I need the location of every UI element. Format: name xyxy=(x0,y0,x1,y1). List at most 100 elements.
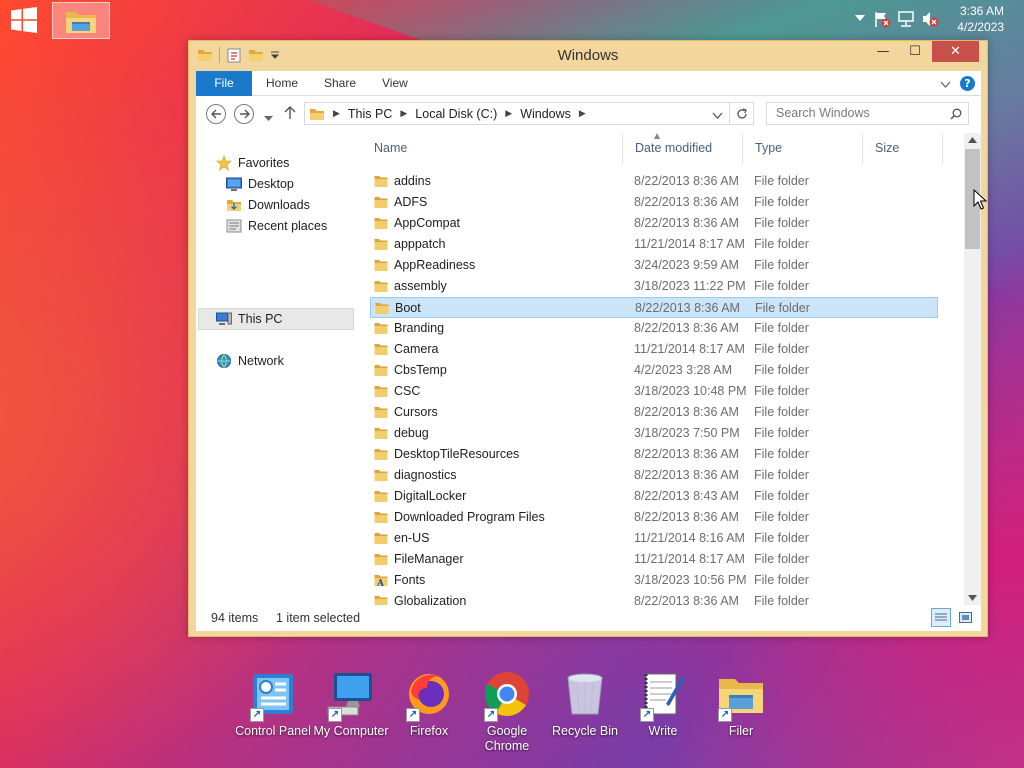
file-name: AppCompat xyxy=(394,216,461,230)
file-date-modified: 11/21/2014 8:16 AM xyxy=(634,531,745,545)
volume-tray[interactable] xyxy=(920,9,940,29)
tab-file[interactable]: File xyxy=(196,71,252,96)
back-button[interactable] xyxy=(206,104,226,124)
table-row[interactable]: DesktopTileResources 8/22/2013 8:36 AM Fil… xyxy=(370,444,938,465)
table-row[interactable]: CbsTemp 4/2/2023 3:28 AM File folder xyxy=(370,360,938,381)
table-row[interactable]: FileManager 11/21/2014 8:17 AM File folder xyxy=(370,549,938,570)
table-row[interactable]: Cursors 8/22/2013 8:36 AM File folder xyxy=(370,402,938,423)
desktop-icon-my-computer[interactable]: ↗ My Computer xyxy=(312,668,390,739)
breadcrumb-this-pc[interactable]: This PC xyxy=(348,107,392,121)
nav-desktop[interactable]: Desktop xyxy=(226,174,294,194)
file-date-modified: 11/21/2014 8:17 AM xyxy=(634,552,745,566)
breadcrumb-separator-icon[interactable]: ▶ xyxy=(400,108,407,119)
table-row[interactable]: AppReadiness 3/24/2023 9:59 AM File folder xyxy=(370,255,938,276)
up-button[interactable] xyxy=(284,106,296,123)
desktop-icon-filer[interactable]: ↗ Filer xyxy=(702,668,780,739)
column-divider[interactable] xyxy=(942,133,943,165)
file-type: File folder xyxy=(754,552,809,566)
file-date-modified: 4/2/2023 3:28 AM xyxy=(634,363,732,377)
column-divider[interactable] xyxy=(862,133,863,165)
table-row[interactable]: Globalization 8/22/2013 8:36 AM File folde… xyxy=(370,591,938,605)
arrow-up-icon xyxy=(284,106,296,119)
table-row[interactable]: assembly 3/18/2023 11:22 PM File folder xyxy=(370,276,938,297)
file-name: assembly xyxy=(394,279,447,293)
action-center-flag-icon xyxy=(875,12,891,28)
file-date-modified: 8/22/2013 8:36 AM xyxy=(634,321,739,335)
table-row[interactable]: DigitalLocker 8/22/2013 8:43 AM File folde… xyxy=(370,486,938,507)
nav-recent-places[interactable]: Recent places xyxy=(226,216,327,236)
address-bar[interactable]: ▶ This PC ▶ Local Disk (C:) ▶ Windows ▶ xyxy=(304,102,754,125)
table-row[interactable]: Branding 8/22/2013 8:36 AM File folder xyxy=(370,318,938,339)
taskbar: 3:36 AM 4/2/2023 xyxy=(0,0,1024,40)
taskbar-file-explorer[interactable] xyxy=(52,2,110,39)
tab-view[interactable]: View xyxy=(382,71,408,96)
file-name: Downloaded Program Files xyxy=(394,510,545,524)
table-row[interactable]: Camera 11/21/2014 8:17 AM File folder xyxy=(370,339,938,360)
column-header-name[interactable]: Name xyxy=(374,141,407,161)
column-header-type[interactable]: Type xyxy=(755,141,782,161)
recent-locations-button[interactable] xyxy=(264,111,273,125)
tray-overflow-button[interactable] xyxy=(850,9,870,29)
refresh-icon xyxy=(736,107,747,119)
breadcrumb-separator-icon[interactable]: ▶ xyxy=(333,108,340,119)
column-divider[interactable] xyxy=(742,133,743,165)
folder-icon xyxy=(374,175,388,191)
expand-ribbon-button[interactable] xyxy=(940,78,951,92)
desktop-icon-firefox[interactable]: ↗ Firefox xyxy=(390,668,468,739)
details-view-button[interactable] xyxy=(931,608,951,627)
maximize-button[interactable]: ☐ xyxy=(901,41,929,62)
table-row[interactable]: apppatch 11/21/2014 8:17 AM File folder xyxy=(370,234,938,255)
table-row[interactable]: addins 8/22/2013 8:36 AM File folder xyxy=(370,171,938,192)
folder-icon xyxy=(374,427,388,443)
chevron-down-icon xyxy=(940,81,951,88)
column-header-size[interactable]: Size xyxy=(875,141,899,161)
tab-home[interactable]: Home xyxy=(266,71,298,96)
recycle-bin-icon xyxy=(560,668,610,720)
nav-favorites[interactable]: Favorites xyxy=(216,153,289,173)
table-row[interactable]: CSC 3/18/2023 10:48 PM File folder xyxy=(370,381,938,402)
table-row[interactable]: A Fonts 3/18/2023 10:56 PM File folder xyxy=(370,570,938,591)
large-icons-view-button[interactable] xyxy=(955,608,975,627)
minimize-button[interactable]: — xyxy=(869,41,897,62)
file-name: AppReadiness xyxy=(394,258,476,272)
nav-this-pc[interactable]: This PC xyxy=(216,309,282,329)
scroll-up-icon[interactable] xyxy=(968,137,977,143)
clock[interactable]: 3:36 AM 4/2/2023 xyxy=(957,3,1004,35)
help-button[interactable]: ? xyxy=(960,76,975,91)
table-row[interactable]: en-US 11/21/2014 8:16 AM File folder xyxy=(370,528,938,549)
table-row[interactable]: debug 3/18/2023 7:50 PM File folder xyxy=(370,423,938,444)
table-row[interactable]: AppCompat 8/22/2013 8:36 AM File folder xyxy=(370,213,938,234)
nav-downloads[interactable]: Downloads xyxy=(226,195,310,215)
address-history-button[interactable] xyxy=(712,109,723,123)
start-button[interactable] xyxy=(6,4,42,36)
breadcrumb-windows[interactable]: Windows xyxy=(520,107,571,121)
network-tray[interactable] xyxy=(896,9,916,29)
nav-network[interactable]: Network xyxy=(216,351,284,371)
folder-icon xyxy=(374,406,388,422)
desktop-icon-label: Google Chrome xyxy=(484,724,530,753)
refresh-button[interactable] xyxy=(729,103,753,124)
scroll-down-icon[interactable] xyxy=(968,595,977,601)
folder-icon xyxy=(374,343,388,359)
column-header-date-modified[interactable]: Date modified xyxy=(635,141,712,161)
title-bar[interactable]: Windows — ☐ ✕ xyxy=(189,41,987,71)
breadcrumb-separator-icon[interactable]: ▶ xyxy=(579,108,586,119)
tab-share[interactable]: Share xyxy=(324,71,356,96)
breadcrumb-separator-icon[interactable]: ▶ xyxy=(505,108,512,119)
table-row[interactable]: diagnostics 8/22/2013 8:36 AM File folder xyxy=(370,465,938,486)
svg-text:A: A xyxy=(376,579,385,587)
desktop-icon-control-panel[interactable]: ↗ Control Panel xyxy=(234,668,312,739)
desktop-icon-write[interactable]: ↗ Write xyxy=(624,668,702,739)
search-box[interactable]: Search Windows xyxy=(766,102,969,125)
table-row[interactable]: Downloaded Program Files 8/22/2013 8:36 A… xyxy=(370,507,938,528)
action-center-tray[interactable] xyxy=(872,9,892,29)
desktop-icon-recycle-bin[interactable]: Recycle Bin xyxy=(546,668,624,739)
close-button[interactable]: ✕ xyxy=(932,41,979,62)
breadcrumb-local-disk[interactable]: Local Disk (C:) xyxy=(415,107,497,121)
forward-button[interactable] xyxy=(234,104,254,124)
table-row[interactable]: Boot 8/22/2013 8:36 AM File folder xyxy=(370,297,938,318)
mouse-cursor-icon xyxy=(973,189,987,210)
table-row[interactable]: ADFS 8/22/2013 8:36 AM File folder xyxy=(370,192,938,213)
column-divider[interactable] xyxy=(622,133,623,165)
desktop-icon-google-chrome[interactable]: ↗ Google Chrome xyxy=(468,668,546,754)
